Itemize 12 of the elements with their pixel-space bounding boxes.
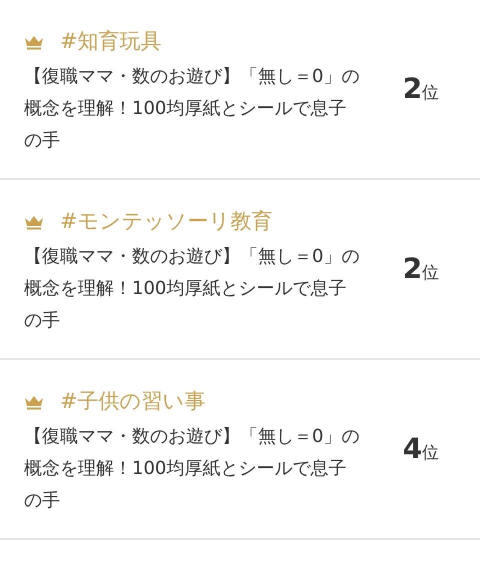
crown-icon xyxy=(24,34,44,50)
rank-unit: 位 xyxy=(422,82,440,105)
crown-icon xyxy=(24,394,44,410)
rank-number: 2 xyxy=(402,251,422,287)
rank-unit: 位 xyxy=(422,442,440,465)
rank-number: 4 xyxy=(402,431,422,467)
rank-unit: 位 xyxy=(422,262,440,285)
rank-number: 2 xyxy=(402,71,422,107)
crown-icon xyxy=(24,214,44,230)
article-title[interactable]: 【復職ママ・数のお遊び】「無し＝0」の概念を理解！100均厚紙とシールで息子の手 xyxy=(24,241,364,337)
article-title[interactable]: 【復職ママ・数のお遊び】「無し＝0」の概念を理解！100均厚紙とシールで息子の手 xyxy=(24,61,364,157)
article-title[interactable]: 【復職ママ・数のお遊び】「無し＝0」の概念を理解！100均厚紙とシールで息子の手 xyxy=(24,421,364,517)
